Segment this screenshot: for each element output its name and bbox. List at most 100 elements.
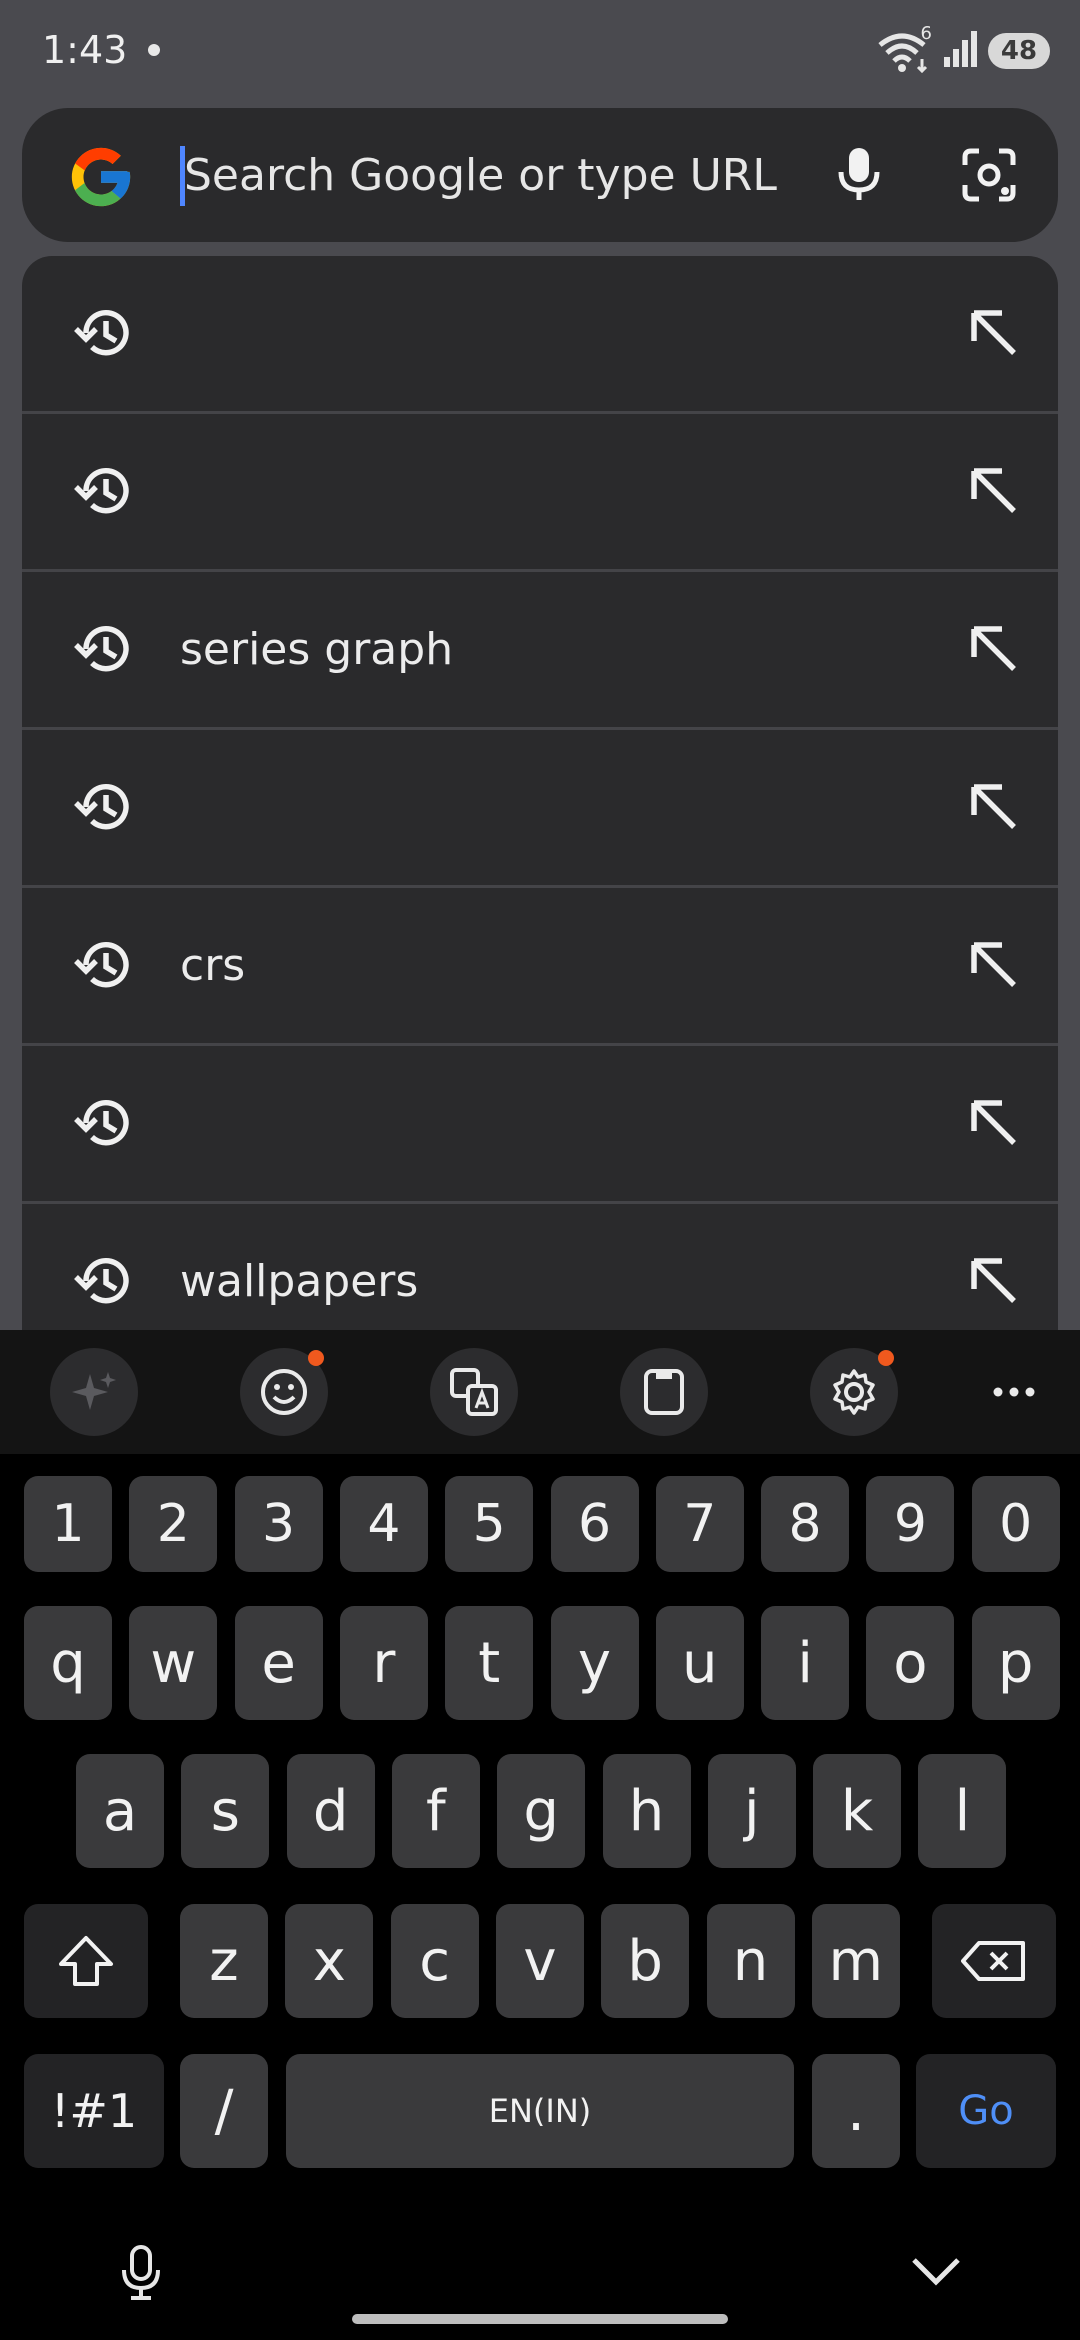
suggestion-item[interactable] [22,1046,1058,1204]
key-7[interactable]: 7 [655,1476,744,1572]
history-icon [74,942,129,988]
gear-icon [833,1369,875,1415]
suggestion-item[interactable]: wallpapers [22,1204,1058,1330]
suggestion-item[interactable]: crs [22,888,1058,1046]
fill-query-arrow-icon[interactable] [962,775,1026,839]
clipboard-button[interactable] [620,1348,708,1436]
key-slash[interactable]: / [180,2054,268,2168]
history-icon [74,310,129,356]
google-logo-icon [66,142,136,212]
key-o[interactable]: o [866,1606,955,1720]
fill-query-arrow-icon[interactable] [962,933,1026,997]
voice-input-button[interactable] [118,2244,164,2306]
translate-button[interactable] [430,1348,518,1436]
voice-search-button[interactable] [822,138,896,212]
go-key[interactable]: Go [916,2054,1056,2168]
suggestion-text: crs [180,940,246,991]
key-u[interactable]: u [655,1606,744,1720]
backspace-key[interactable] [932,1904,1056,2018]
mic-icon [122,2245,160,2300]
mic-icon [838,148,880,200]
key-r[interactable]: r [339,1606,428,1720]
suggestion-text: wallpapers [180,1256,419,1307]
shift-icon [59,1936,113,1986]
key-m[interactable]: m [811,1904,900,2018]
lens-search-button[interactable] [952,138,1026,212]
key-n[interactable]: n [706,1904,795,2018]
signal-icon [942,29,978,73]
fill-query-arrow-icon[interactable] [962,459,1026,523]
key-p[interactable]: p [971,1606,1060,1720]
key-5[interactable]: 5 [445,1476,534,1572]
more-options-button[interactable] [970,1348,1058,1436]
suggestion-item[interactable] [22,414,1058,572]
hide-keyboard-button[interactable] [910,2254,962,2292]
key-f[interactable]: f [391,1754,480,1868]
key-6[interactable]: 6 [550,1476,639,1572]
fill-query-arrow-icon[interactable] [962,1091,1026,1155]
search-bar[interactable] [22,108,1058,242]
key-z[interactable]: z [180,1904,268,2018]
key-9[interactable]: 9 [866,1476,955,1572]
key-w[interactable]: w [129,1606,218,1720]
suggestion-item[interactable] [22,730,1058,888]
translate-icon [450,1368,498,1416]
fill-query-arrow-icon[interactable] [962,301,1026,365]
key-b[interactable]: b [601,1904,690,2018]
suggestion-item[interactable]: series graph [22,572,1058,730]
key-a[interactable]: a [76,1754,164,1868]
history-icon [74,1100,129,1146]
fill-query-arrow-icon[interactable] [962,1249,1026,1313]
key-c[interactable]: c [390,1904,479,2018]
key-v[interactable]: v [495,1904,584,2018]
suggestions-list: series graph crs wallpapers [22,256,1058,1330]
key-y[interactable]: y [550,1606,639,1720]
status-bar: 1:43 6 48 [0,0,1080,100]
key-i[interactable]: i [761,1606,850,1720]
history-icon [74,1258,129,1304]
emoji-button[interactable] [240,1348,328,1436]
lens-camera-icon [962,148,1016,202]
key-e[interactable]: e [234,1606,323,1720]
key-1[interactable]: 1 [24,1476,112,1572]
key-4[interactable]: 4 [339,1476,428,1572]
key-g[interactable]: g [497,1754,586,1868]
emoji-notification-dot [308,1350,324,1366]
symbols-key[interactable]: !#1 [24,2054,164,2168]
keyboard-settings-button[interactable] [810,1348,898,1436]
key-l[interactable]: l [918,1754,1007,1868]
navigation-handle[interactable] [352,2314,728,2324]
key-j[interactable]: j [707,1754,796,1868]
wifi-badge: 6 [920,23,932,44]
key-3[interactable]: 3 [234,1476,323,1572]
key-d[interactable]: d [286,1754,375,1868]
space-key[interactable]: EN(IN) [286,2054,794,2168]
key-0[interactable]: 0 [971,1476,1060,1572]
history-icon [74,468,129,514]
history-icon [74,784,129,830]
suggestion-item[interactable] [22,256,1058,414]
search-input[interactable] [180,138,824,212]
key-x[interactable]: x [285,1904,374,2018]
text-caret [180,146,185,206]
ai-sparkle-icon [72,1372,116,1410]
history-icon [74,626,129,672]
key-period[interactable]: . [812,2054,900,2168]
key-t[interactable]: t [445,1606,534,1720]
settings-notification-dot [878,1350,894,1366]
wifi-icon: 6 [878,23,932,74]
key-8[interactable]: 8 [761,1476,850,1572]
key-q[interactable]: q [24,1606,112,1720]
key-k[interactable]: k [813,1754,902,1868]
chevron-down-icon [912,2258,960,2286]
fill-query-arrow-icon[interactable] [962,617,1026,681]
key-h[interactable]: h [602,1754,691,1868]
keyboard-toolbar [0,1330,1080,1454]
key-s[interactable]: s [181,1754,270,1868]
more-icon [993,1387,1035,1397]
status-time: 1:43 [42,28,128,72]
key-2[interactable]: 2 [129,1476,218,1572]
ai-sparkle-button[interactable] [50,1348,138,1436]
shift-key[interactable] [24,1904,148,2018]
battery-indicator: 48 [988,33,1050,69]
